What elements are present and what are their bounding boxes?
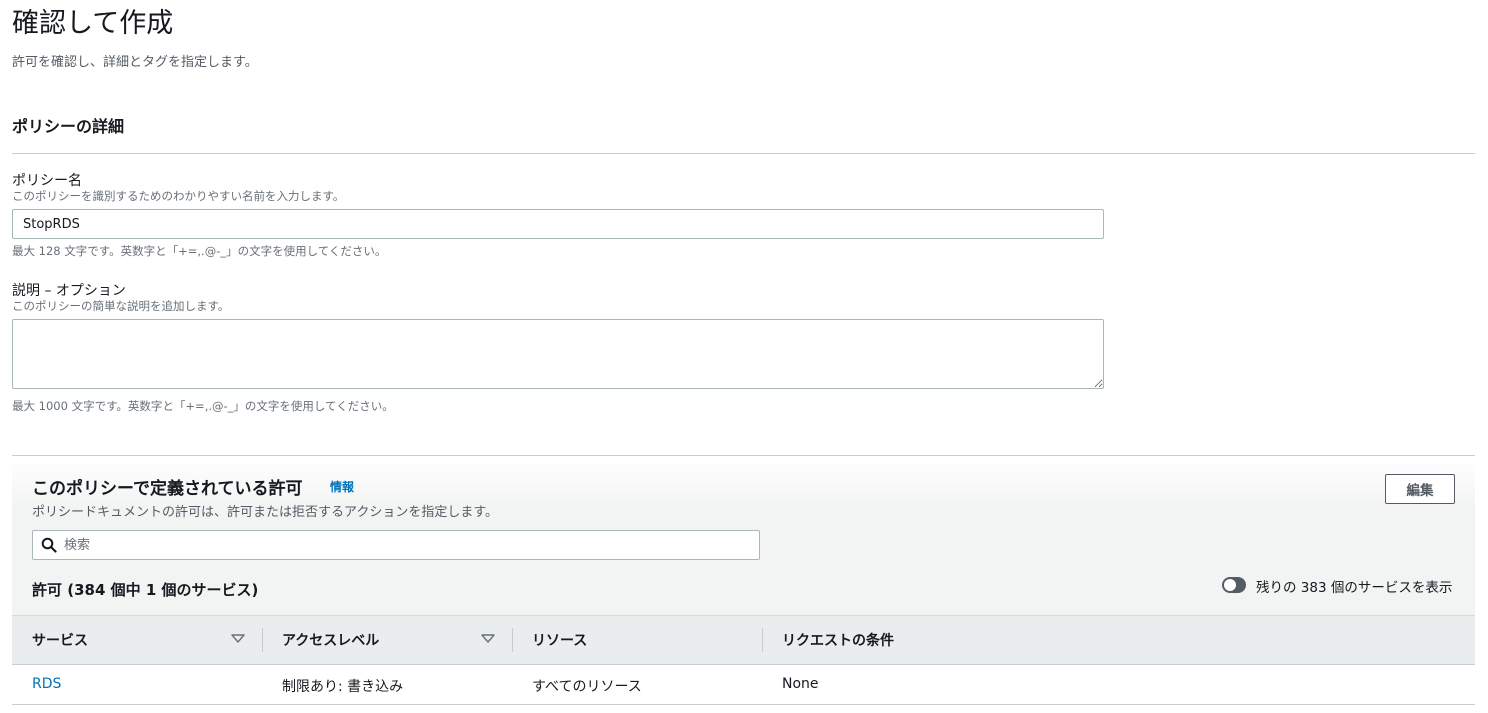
description-label: 説明 – オプション	[12, 283, 126, 299]
toggle-knob	[1224, 579, 1236, 591]
request-conditions-cell: None	[782, 676, 819, 692]
caret-down-icon[interactable]	[231, 634, 245, 644]
permissions-description: ポリシードキュメントの許可は、許可または拒否するアクションを指定します。	[32, 505, 499, 520]
table-row	[12, 665, 1475, 705]
permissions-count-title: 許可 (384 個中 1 個のサービス)	[32, 581, 259, 599]
column-separator	[262, 628, 263, 652]
policy-name-hint: 最大 128 文字です。英数字と「+=,.@-_」の文字を使用してください。	[12, 244, 387, 258]
access-level-cell: 制限あり: 書き込み	[282, 679, 404, 695]
page-title: 確認して作成	[12, 8, 174, 39]
column-header-service[interactable]: サービス	[32, 630, 88, 650]
page-subtitle: 許可を確認し、詳細とタグを指定します。	[12, 55, 258, 70]
description-hint: 最大 1000 文字です。英数字と「+=,.@-_」の文字を使用してください。	[12, 399, 394, 413]
edit-button[interactable]: 編集	[1385, 474, 1455, 504]
service-link[interactable]: RDS	[32, 676, 61, 692]
policy-name-description: このポリシーを識別するためのわかりやすい名前を入力します。	[12, 189, 345, 203]
column-separator	[762, 628, 763, 652]
policy-name-label: ポリシー名	[12, 173, 82, 189]
caret-down-icon[interactable]	[481, 634, 495, 644]
toggle-label: 残りの 383 個のサービスを表示	[1256, 580, 1453, 596]
policy-details-heading: ポリシーの詳細	[12, 117, 125, 136]
column-separator	[512, 628, 513, 652]
description-textarea[interactable]	[12, 319, 1104, 389]
column-header-request-conditions: リクエストの条件	[782, 633, 894, 649]
description-description: このポリシーの簡単な説明を追加します。	[12, 299, 230, 313]
column-header-resource: リソース	[532, 633, 588, 649]
info-link[interactable]: 情報	[330, 478, 354, 495]
policy-name-input[interactable]	[12, 209, 1104, 239]
search-icon	[41, 537, 57, 553]
section-divider	[12, 153, 1475, 154]
search-input[interactable]	[62, 532, 752, 558]
column-header-access-level[interactable]: アクセスレベル	[282, 630, 379, 650]
permissions-title: このポリシーで定義されている許可	[32, 479, 303, 499]
resource-cell: すべてのリソース	[532, 679, 642, 695]
